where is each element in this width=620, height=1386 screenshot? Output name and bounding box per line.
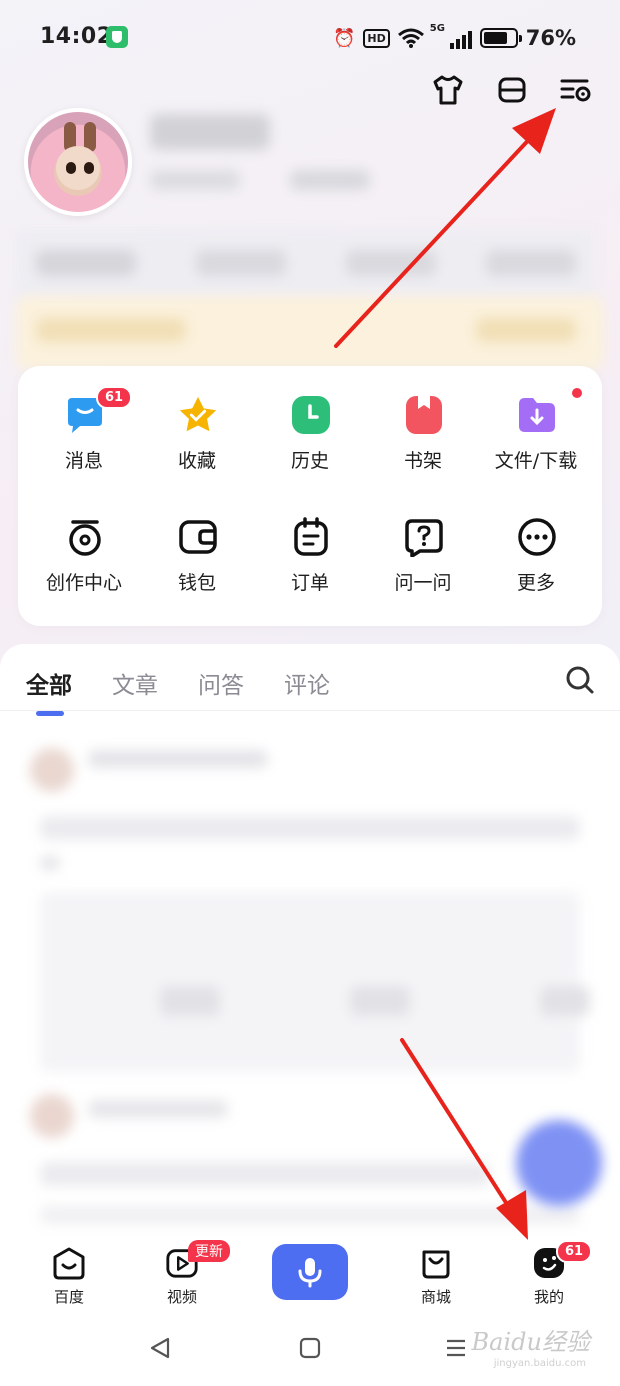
skin-icon	[433, 75, 463, 105]
grid-item-more[interactable]: 更多	[478, 488, 594, 598]
wifi-icon	[397, 28, 424, 48]
grid-item-messages[interactable]: 61 消息	[26, 366, 142, 476]
settings-icon	[560, 79, 591, 102]
security-shield-icon	[106, 26, 128, 48]
mic-icon	[298, 1258, 322, 1288]
nav-item-shop[interactable]: 商城	[391, 1244, 481, 1314]
battery-fill	[483, 32, 507, 44]
grid-item-bookshelf[interactable]: 书架	[365, 366, 481, 476]
grid-label: 书架	[403, 450, 442, 472]
grid-label: 创作中心	[45, 572, 122, 594]
system-nav-bar: Baidu经验 jingyan.baidu.com	[0, 1314, 620, 1386]
ask-icon	[403, 516, 445, 558]
alarm-icon: ⏰	[332, 27, 356, 49]
status-bar: 14:02 ⏰ HD 5G 76%	[0, 0, 620, 76]
feed-tabs: 全部 文章 问答 评论	[26, 666, 330, 716]
download-dot	[572, 388, 582, 398]
search-icon	[566, 666, 594, 694]
grid-item-files-downloads[interactable]: 文件/下载	[478, 366, 594, 476]
nav-label: 视频	[166, 1288, 197, 1306]
tab-all[interactable]: 全部	[26, 666, 72, 716]
grid-item-ask[interactable]: 问一问	[365, 488, 481, 598]
grid-item-wallet[interactable]: 钱包	[139, 488, 255, 598]
grid-item-orders[interactable]: 订单	[252, 488, 368, 598]
star-icon	[177, 394, 219, 436]
creator-icon	[64, 516, 106, 558]
settings-button[interactable]	[558, 72, 594, 108]
tab-divider	[0, 710, 620, 711]
nav-item-baidu[interactable]: 百度	[24, 1244, 114, 1314]
signal-icon: 5G	[430, 23, 472, 49]
home-icon[interactable]	[298, 1336, 322, 1360]
watermark: Baidu经验	[471, 1328, 590, 1356]
avatar-eye-right	[84, 162, 94, 174]
menu-icon	[498, 77, 526, 103]
clock-icon	[290, 394, 332, 436]
grid-label: 文件/下载	[494, 450, 578, 472]
video-update-badge: 更新	[188, 1240, 230, 1262]
nav-label: 商城	[420, 1288, 451, 1306]
more-icon	[516, 516, 558, 558]
back-icon[interactable]	[148, 1336, 172, 1360]
function-grid: 61 消息 收藏 历史 书架 文件/下载 创作中心 钱包 订单 问一问 更多	[18, 366, 602, 626]
grid-label: 更多	[516, 572, 555, 594]
feed-search-button[interactable]	[564, 664, 596, 696]
floating-assistant-button[interactable]	[516, 1120, 602, 1206]
watermark-url: jingyan.baidu.com	[493, 1358, 586, 1369]
vip-banner-blurred[interactable]	[16, 296, 604, 370]
grid-label: 历史	[290, 450, 329, 472]
message-badge: 61	[96, 386, 133, 409]
menu-button[interactable]	[494, 72, 530, 108]
download-folder-icon	[516, 394, 558, 436]
status-time: 14:02	[40, 24, 113, 49]
bottom-nav: 百度 视频 更新 商城 61 我的	[0, 1240, 620, 1314]
skin-button[interactable]	[430, 72, 466, 108]
grid-label: 消息	[64, 450, 103, 472]
grid-item-creator-center[interactable]: 创作中心	[26, 488, 142, 598]
recents-icon[interactable]	[444, 1336, 468, 1360]
grid-item-favorites[interactable]: 收藏	[139, 366, 255, 476]
profile-stats-blurred	[16, 230, 594, 296]
voice-search-button[interactable]	[272, 1244, 348, 1300]
grid-label: 收藏	[177, 450, 216, 472]
wallet-icon	[177, 516, 219, 558]
avatar[interactable]	[24, 108, 132, 216]
nav-label: 百度	[53, 1288, 84, 1306]
bookmark-icon	[403, 394, 445, 436]
arrow-to-settings-head	[512, 108, 556, 154]
top-actions	[430, 72, 594, 108]
tab-comments[interactable]: 评论	[284, 666, 330, 700]
network-type: 5G	[429, 23, 445, 34]
baidu-home-icon	[52, 1246, 86, 1280]
status-icons: ⏰ HD 5G 76%	[332, 23, 576, 52]
tab-articles[interactable]: 文章	[112, 666, 158, 700]
grid-label: 问一问	[394, 572, 452, 594]
mine-badge: 61	[556, 1240, 593, 1263]
hd-icon: HD	[363, 28, 390, 48]
nav-item-mine[interactable]: 61 我的	[504, 1240, 594, 1314]
order-icon	[290, 516, 332, 558]
grid-label: 订单	[290, 572, 329, 594]
grid-item-history[interactable]: 历史	[252, 366, 368, 476]
battery-icon	[479, 28, 522, 48]
battery-percent: 76%	[525, 26, 576, 50]
nav-label: 我的	[533, 1288, 564, 1306]
shop-icon	[419, 1246, 453, 1280]
tab-qa[interactable]: 问答	[198, 666, 244, 700]
grid-label: 钱包	[177, 572, 216, 594]
profile-info-blurred	[140, 100, 402, 220]
avatar-eye-left	[66, 162, 76, 174]
